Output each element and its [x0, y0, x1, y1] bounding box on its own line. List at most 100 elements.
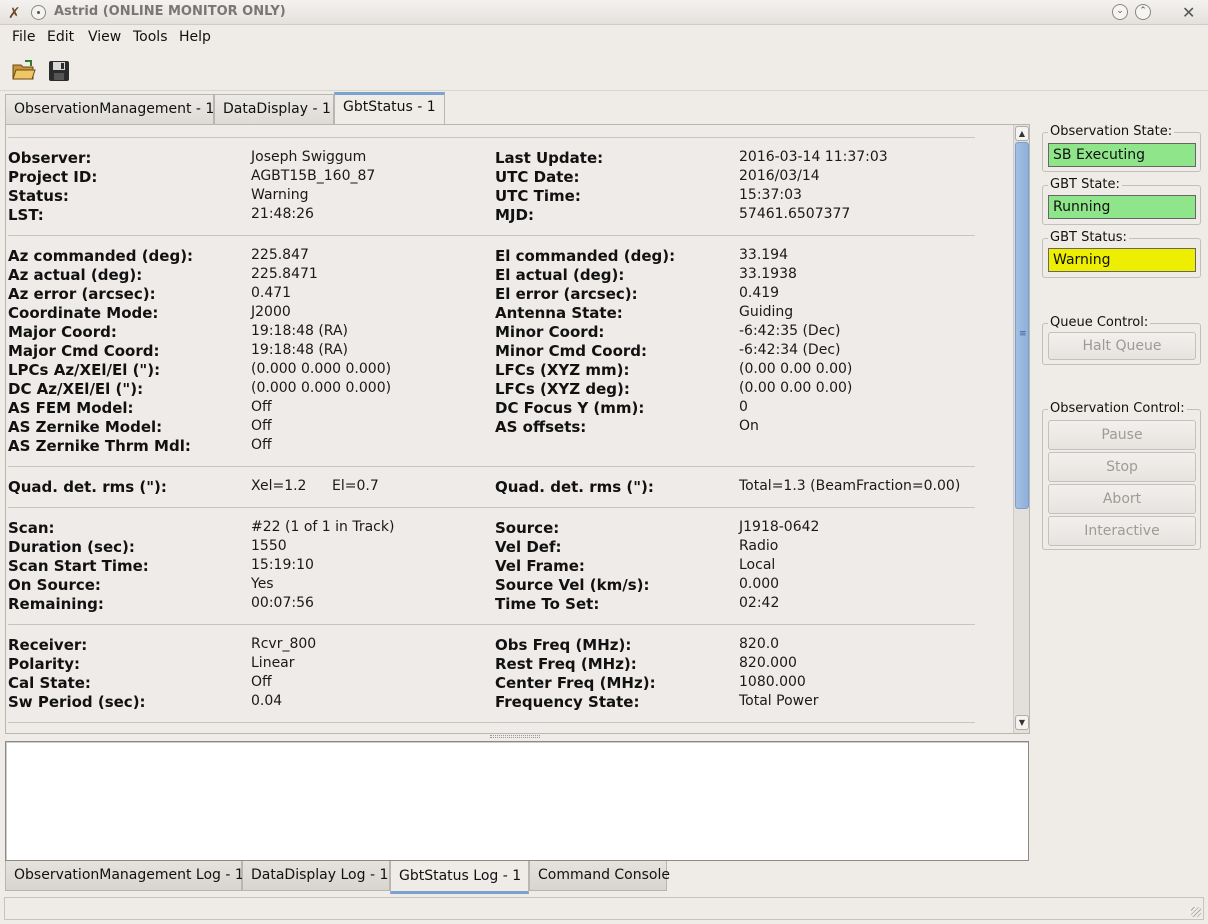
major-cmd-coord-value: 19:18:48 (RA) — [251, 342, 348, 358]
status-bar — [4, 897, 1204, 920]
lfcs-mm-value: (0.00 0.00 0.00) — [739, 361, 853, 377]
lpcs-value: (0.000 0.000 0.000) — [251, 361, 392, 377]
open-folder-icon[interactable] — [11, 58, 37, 84]
tab-observation-management-log[interactable]: ObservationManagement Log - 1 — [5, 861, 244, 891]
as-zernike-thrm-label: AS Zernike Thrm Mdl: — [8, 437, 191, 455]
close-icon[interactable]: ✕ — [1182, 3, 1195, 22]
gbt-state-title: GBT State: — [1048, 177, 1122, 192]
el-commanded-value: 33.194 — [739, 247, 788, 263]
observer-label: Observer: — [8, 149, 92, 167]
coordinate-mode-label: Coordinate Mode: — [8, 304, 159, 322]
quad-el-value: El=0.7 — [332, 478, 379, 494]
time-to-set-value: 02:42 — [739, 595, 780, 611]
minor-cmd-coord-label: Minor Cmd Coord: — [495, 342, 648, 360]
lst-value: 21:48:26 — [251, 206, 314, 222]
queue-control-group: Queue Control: Halt Queue — [1042, 315, 1201, 365]
as-offsets-value: On — [739, 418, 759, 434]
project-id-label: Project ID: — [8, 168, 98, 186]
observer-value: Joseph Swiggum — [251, 149, 367, 165]
utc-date-value: 2016/03/14 — [739, 168, 820, 184]
minor-coord-label: Minor Coord: — [495, 323, 605, 341]
center-freq-value: 1080.000 — [739, 674, 806, 690]
maximize-chevron-up-icon[interactable]: ⌃ — [1135, 4, 1151, 20]
utc-time-value: 15:37:03 — [739, 187, 802, 203]
scroll-down-arrow-icon[interactable]: ▼ — [1015, 715, 1029, 730]
tab-gbt-status[interactable]: GbtStatus - 1 — [334, 92, 445, 124]
source-label: Source: — [495, 519, 560, 537]
last-update-value: 2016-03-14 11:37:03 — [739, 149, 888, 165]
menu-view[interactable]: View — [88, 29, 121, 45]
on-source-label: On Source: — [8, 576, 101, 594]
status-label: Status: — [8, 187, 69, 205]
scrollbar-thumb[interactable]: ≡ — [1015, 142, 1029, 509]
quad-xel-value: Xel=1.2 — [251, 478, 307, 494]
window-title: Astrid (ONLINE MONITOR ONLY) — [54, 4, 286, 19]
dc-az-value: (0.000 0.000 0.000) — [251, 380, 392, 396]
az-actual-value: 225.8471 — [251, 266, 318, 282]
separator — [8, 624, 975, 625]
antenna-state-label: Antenna State: — [495, 304, 623, 322]
dc-az-label: DC Az/XEl/El ("): — [8, 380, 144, 398]
quad-det-rms-total-label: Quad. det. rms ("): — [495, 478, 654, 496]
pin-icon[interactable] — [31, 5, 46, 20]
project-id-value: AGBT15B_160_87 — [251, 168, 376, 184]
duration-value: 1550 — [251, 538, 287, 554]
title-bar: ✗ Astrid (ONLINE MONITOR ONLY) ⌄ ⌃ ✕ — [0, 0, 1208, 25]
gbt-status-panel: Observer: Joseph Swiggum Last Update: 20… — [5, 124, 1030, 734]
app-tools-icon[interactable]: ✗ — [8, 4, 21, 22]
menu-edit[interactable]: Edit — [47, 29, 74, 45]
duration-label: Duration (sec): — [8, 538, 135, 556]
vertical-scrollbar[interactable]: ▲ ≡ ▼ — [1013, 125, 1029, 733]
separator — [8, 466, 975, 467]
stop-button[interactable]: Stop — [1048, 452, 1196, 482]
save-disk-icon[interactable] — [46, 58, 72, 84]
abort-button[interactable]: Abort — [1048, 484, 1196, 514]
observation-state-indicator: SB Executing — [1048, 143, 1196, 167]
coordinate-mode-value: J2000 — [251, 304, 291, 320]
tab-gbt-status-log[interactable]: GbtStatus Log - 1 — [390, 861, 529, 894]
pause-button[interactable]: Pause — [1048, 420, 1196, 450]
separator — [8, 507, 975, 508]
toolbar — [0, 51, 1208, 91]
splitter-handle[interactable] — [490, 735, 540, 738]
as-zernike-thrm-value: Off — [251, 437, 272, 453]
scroll-up-arrow-icon[interactable]: ▲ — [1015, 126, 1029, 141]
queue-control-title: Queue Control: — [1048, 315, 1151, 330]
gbt-status-indicator: Warning — [1048, 248, 1196, 272]
quad-total-value: Total=1.3 (BeamFraction=0.00) — [739, 478, 961, 494]
source-value: J1918-0642 — [739, 519, 820, 535]
log-text-area[interactable] — [5, 741, 1029, 861]
polarity-label: Polarity: — [8, 655, 81, 673]
minor-coord-value: -6:42:35 (Dec) — [739, 323, 841, 339]
rest-freq-value: 820.000 — [739, 655, 797, 671]
as-zernike-model-label: AS Zernike Model: — [8, 418, 163, 436]
remaining-label: Remaining: — [8, 595, 104, 613]
resize-grip-icon[interactable] — [1191, 907, 1201, 917]
interactive-button[interactable]: Interactive — [1048, 516, 1196, 546]
tab-data-display-log[interactable]: DataDisplay Log - 1 — [242, 861, 390, 891]
menu-help[interactable]: Help — [179, 29, 211, 45]
observation-state-group: Observation State: SB Executing — [1042, 124, 1201, 172]
tab-data-display[interactable]: DataDisplay - 1 — [214, 94, 334, 124]
sw-period-value: 0.04 — [251, 693, 283, 709]
dc-focus-label: DC Focus Y (mm): — [495, 399, 645, 417]
separator — [8, 235, 975, 236]
menu-file[interactable]: File — [12, 29, 35, 45]
tab-command-console[interactable]: Command Console — [529, 861, 670, 891]
el-error-label: El error (arcsec): — [495, 285, 638, 303]
scan-label: Scan: — [8, 519, 55, 537]
cal-state-value: Off — [251, 674, 272, 690]
cal-state-label: Cal State: — [8, 674, 91, 692]
antenna-state-value: Guiding — [739, 304, 794, 320]
halt-queue-button[interactable]: Halt Queue — [1048, 332, 1196, 360]
vel-def-label: Vel Def: — [495, 538, 562, 556]
tab-observation-management[interactable]: ObservationManagement - 1 — [5, 94, 214, 124]
minimize-chevron-down-icon[interactable]: ⌄ — [1112, 4, 1128, 20]
minor-cmd-coord-value: -6:42:34 (Dec) — [739, 342, 841, 358]
el-error-value: 0.419 — [739, 285, 780, 301]
lpcs-label: LPCs Az/XEl/El ("): — [8, 361, 161, 379]
vel-def-value: Radio — [739, 538, 779, 554]
rest-freq-label: Rest Freq (MHz): — [495, 655, 637, 673]
az-commanded-value: 225.847 — [251, 247, 309, 263]
menu-tools[interactable]: Tools — [133, 29, 168, 45]
